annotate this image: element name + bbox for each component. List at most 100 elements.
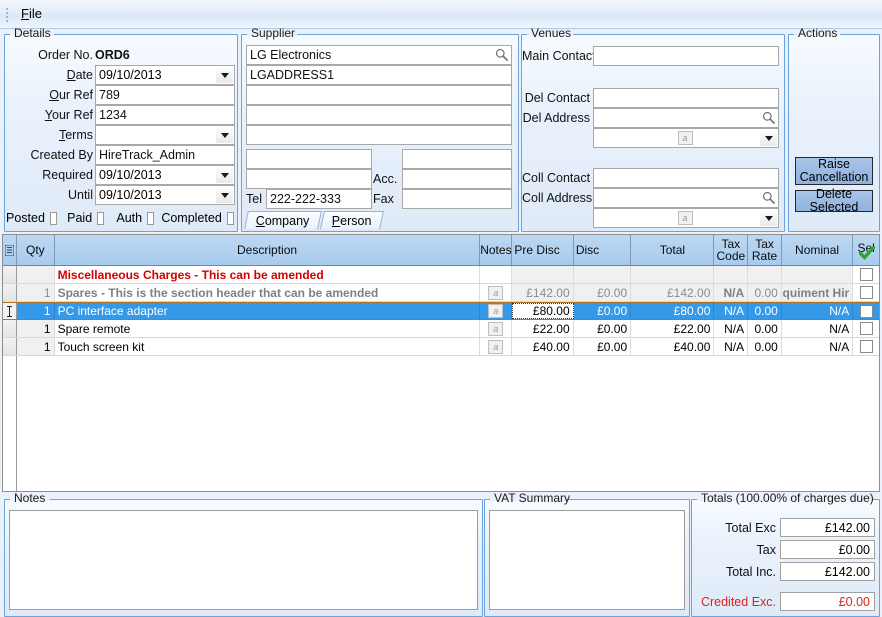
cell-sel-checkbox[interactable] (860, 340, 873, 353)
cell-sel-checkbox[interactable] (860, 268, 873, 281)
supplier-extra1-input[interactable] (402, 149, 512, 169)
cell-note-button[interactable]: a (488, 322, 503, 336)
row-handle[interactable] (3, 284, 17, 301)
table-row[interactable]: 1 Touch screen kit a £40.00 £0.00 £40.00… (3, 338, 879, 356)
notes-value (10, 511, 477, 515)
del-address-dropdown-arrow[interactable] (760, 130, 777, 146)
until-combo[interactable]: 09/10/2013 (95, 185, 235, 205)
supplier-name-value: LG Electronics (250, 48, 331, 62)
your-ref-input[interactable]: 1234 (95, 105, 235, 125)
grid-header-taxrate[interactable]: Tax Rate (748, 235, 782, 265)
coll-address-input[interactable] (593, 188, 779, 208)
cell-nominal (782, 266, 853, 283)
supplier-search-icon[interactable] (495, 48, 509, 62)
supplier-name-input[interactable]: LG Electronics (246, 45, 512, 65)
cell-notes[interactable] (480, 266, 512, 283)
menu-bar: File (0, 0, 882, 29)
supplier-address3-input[interactable] (246, 105, 512, 125)
row-handle[interactable] (3, 266, 17, 283)
del-address-input[interactable] (593, 108, 779, 128)
supplier-county-input[interactable] (246, 169, 372, 189)
created-by-input[interactable]: HireTrack_Admin (95, 145, 235, 165)
until-dropdown-arrow[interactable] (216, 187, 233, 203)
grid-header-nominal[interactable]: Nominal (782, 235, 853, 265)
tab-company[interactable]: Company (244, 211, 321, 229)
table-row[interactable]: 1 Spare remote a £22.00 £0.00 £22.00 N/A… (3, 320, 879, 338)
cell-note-button[interactable]: a (488, 286, 503, 300)
supplier-tel-input[interactable]: 222-222-333 (266, 189, 372, 209)
del-contact-input[interactable] (593, 88, 779, 108)
line-items-grid[interactable]: Qty Description Notes Pre Disc Disc Tota… (2, 234, 880, 492)
date-combo[interactable]: 09/10/2013 (95, 65, 235, 85)
row-handle[interactable] (3, 338, 17, 355)
vat-summary-caption: VAT Summary (491, 492, 573, 504)
checkbox-posted[interactable] (50, 212, 57, 225)
supplier-tel-value: 222-222-333 (270, 192, 341, 206)
checkbox-completed[interactable] (227, 212, 234, 225)
required-dropdown-arrow[interactable] (216, 167, 233, 183)
coll-address-search-icon[interactable] (762, 191, 776, 205)
menu-grip-icon[interactable] (3, 6, 13, 22)
coll-address-combo[interactable]: a (593, 208, 779, 228)
cell-note-button[interactable]: a (488, 304, 503, 318)
value-order-no: ORD6 (95, 48, 215, 62)
cell-qty: 1 (17, 303, 55, 319)
notes-textarea[interactable] (9, 510, 478, 610)
details-group: Details Order No. ORD6 Date 09/10/2013 O… (4, 34, 238, 232)
cell-description: Spare remote (55, 320, 481, 337)
cell-total: £142.00 (631, 284, 714, 301)
cell-sel-checkbox[interactable] (860, 322, 873, 335)
supplier-caption: Supplier (248, 27, 298, 39)
cell-sel-checkbox[interactable] (860, 305, 873, 318)
green-check-icon (859, 246, 875, 260)
coll-contact-input[interactable] (593, 168, 779, 188)
cell-sel-checkbox[interactable] (860, 286, 873, 299)
supplier-address2-input[interactable] (246, 85, 512, 105)
required-combo[interactable]: 09/10/2013 (95, 165, 235, 185)
table-row[interactable]: Miscellaneous Charges - This can be amen… (3, 266, 879, 284)
cell-note-button[interactable]: a (488, 340, 503, 354)
row-handle[interactable] (3, 320, 17, 337)
supplier-address4-input[interactable] (246, 125, 512, 145)
details-caption: Details (11, 27, 54, 39)
terms-dropdown-arrow[interactable] (216, 127, 233, 143)
row-handle[interactable] (3, 303, 17, 319)
grid-header-disc[interactable]: Disc (574, 235, 631, 265)
grid-header-row: Qty Description Notes Pre Disc Disc Tota… (3, 235, 879, 266)
tab-person[interactable]: Person (320, 211, 383, 229)
grid-header-taxcode[interactable]: Tax Code (714, 235, 748, 265)
table-row[interactable]: 1 Spares - This is the section header th… (3, 284, 879, 302)
supplier-address1-input[interactable]: LGADDRESS1 (246, 65, 512, 85)
cell-predisc[interactable]: £80.00 (512, 303, 573, 319)
coll-address-dropdown-arrow[interactable] (760, 210, 777, 226)
menu-item-file[interactable]: File (15, 4, 50, 24)
delete-selected-button[interactable]: Delete Selected (795, 190, 873, 212)
grid-header-notes[interactable]: Notes (480, 235, 512, 265)
terms-combo[interactable] (95, 125, 235, 145)
grid-header-sel[interactable]: Sel (853, 235, 879, 265)
grid-header-predisc[interactable]: Pre Disc (512, 235, 573, 265)
raise-cancellation-button[interactable]: Raise Cancellation (795, 157, 873, 185)
supplier-city-input[interactable] (246, 149, 372, 169)
label-coll-contact: Coll Contact (522, 171, 590, 185)
cell-total: £40.00 (631, 338, 714, 355)
our-ref-input[interactable]: 789 (95, 85, 235, 105)
menu-file-rest: ile (29, 6, 42, 21)
del-address-search-icon[interactable] (762, 111, 776, 125)
supplier-acc-input[interactable] (402, 169, 512, 189)
checkbox-auth[interactable] (147, 212, 154, 225)
label-tax: Tax (694, 543, 776, 557)
table-row-selected[interactable]: 1 PC interface adapter a £80.00 £0.00 £8… (3, 302, 879, 320)
grid-header-description[interactable]: Description (55, 235, 481, 265)
main-contact-input[interactable] (593, 46, 779, 66)
notes-caption: Notes (11, 492, 48, 504)
supplier-address1-value: LGADDRESS1 (250, 68, 334, 82)
supplier-fax-input[interactable] (402, 189, 512, 209)
checkbox-paid[interactable] (97, 212, 104, 225)
grid-header-total[interactable]: Total (631, 235, 714, 265)
del-address-combo[interactable]: a (593, 128, 779, 148)
date-dropdown-arrow[interactable] (216, 67, 233, 83)
vat-summary-list[interactable] (489, 510, 685, 610)
grid-header-qty[interactable]: Qty (17, 235, 55, 265)
actions-caption: Actions (795, 27, 840, 39)
